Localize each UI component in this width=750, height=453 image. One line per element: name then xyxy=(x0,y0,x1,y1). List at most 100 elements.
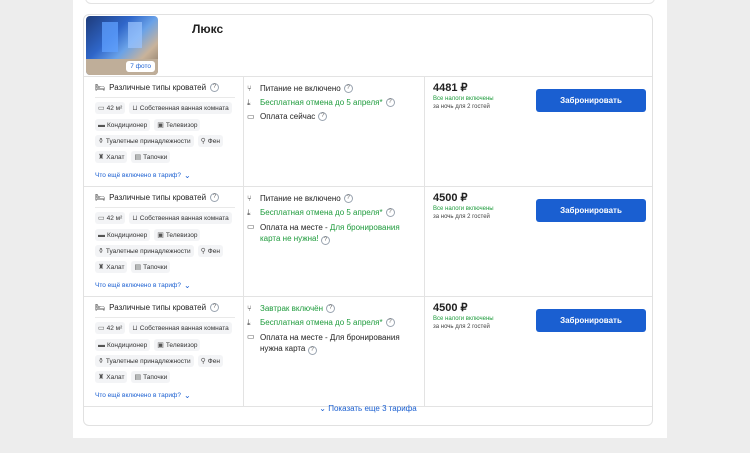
help-icon[interactable]: ? xyxy=(343,194,353,203)
more-included-link[interactable]: Что ещё включено в тариф? ⌄ xyxy=(95,171,191,180)
divider xyxy=(424,297,425,406)
amenity-label: Тапочки xyxy=(143,153,168,161)
per-night-note: за ночь для 2 гостей xyxy=(433,324,490,330)
help-icon[interactable]: ? xyxy=(320,236,330,245)
amenities-row: ♜ Халат ▤ Тапочки xyxy=(95,151,171,163)
hairdryer-icon: ⚲ xyxy=(200,248,206,255)
payment-text: Оплата на месте - Для бронирования нужна… xyxy=(260,332,400,355)
amenity-label: Телевизор xyxy=(165,231,198,239)
toiletries-icon: ⚱ xyxy=(98,248,104,255)
price: 4481 ₽ xyxy=(433,82,468,94)
help-icon[interactable]: ? xyxy=(385,318,395,327)
amenity-toiletries: ⚱ Туалетные принадлежности xyxy=(95,135,194,147)
cancel-label: Бесплатная отмена до 5 апреля* xyxy=(260,318,383,327)
amenity-label: 42 м² xyxy=(106,104,123,112)
amenity-label: Туалетные принадлежности xyxy=(105,137,191,145)
meal-label: Питание не включено xyxy=(260,84,341,93)
amenity-toiletries: ⚱ Туалетные принадлежности xyxy=(95,355,194,367)
amenity-label: Телевизор xyxy=(165,341,198,349)
payment-label: Оплата на месте - Для бронирования xyxy=(260,333,400,342)
amenities-row: ▭ 42 м² ⊔ Собственная ванная комната xyxy=(95,212,232,224)
slippers-icon: ▤ xyxy=(134,374,142,381)
chevron-down-icon: ⌄ xyxy=(319,404,326,413)
amenities-row: ⚱ Туалетные принадлежности ⚲ Фен xyxy=(95,355,223,367)
amenities-row: ▭ 42 м² ⊔ Собственная ванная комната xyxy=(95,102,232,114)
amenity-area: ▭ 42 м² xyxy=(95,322,126,334)
divider xyxy=(243,297,244,406)
page: 7 фото Люкс 🛏 Различные типы кроватей ? … xyxy=(73,0,667,438)
help-icon[interactable]: ? xyxy=(210,303,220,312)
beds-label: Различные типы кроватей xyxy=(109,83,207,92)
slippers-icon: ▤ xyxy=(134,264,142,271)
show-more-rates-link[interactable]: ⌄ Показать еще 3 тарифа xyxy=(84,404,652,413)
payment-highlight: Для бронирования xyxy=(329,223,400,232)
taxes-note: Все налоги включены xyxy=(433,316,494,322)
payment-highlight-tail: карта не нужна! xyxy=(260,234,319,243)
help-icon[interactable]: ? xyxy=(210,193,220,202)
payment-condition: ▭ Оплата сейчас ? xyxy=(247,112,328,121)
room-photo[interactable]: 7 фото xyxy=(86,16,158,75)
help-icon[interactable]: ? xyxy=(343,84,353,93)
per-night-note: за ночь для 2 гостей xyxy=(433,214,490,220)
book-button[interactable]: Забронировать xyxy=(536,309,646,332)
bath-icon: ⊔ xyxy=(132,215,138,222)
cancel-icon: ⤓ xyxy=(247,318,251,327)
meal-condition: ⑂ Питание не включено ? xyxy=(247,84,353,93)
meal-condition: ⑂ Питание не включено ? xyxy=(247,194,353,203)
amenity-label: Туалетные принадлежности xyxy=(105,247,191,255)
help-icon[interactable]: ? xyxy=(210,83,220,92)
amenity-label: Кондиционер xyxy=(107,231,148,239)
area-icon: ▭ xyxy=(98,105,105,112)
book-button[interactable]: Забронировать xyxy=(536,89,646,112)
amenity-slippers: ▤ Тапочки xyxy=(131,261,171,273)
more-included-link[interactable]: Что ещё включено в тариф? ⌄ xyxy=(95,281,191,290)
payment-label: Оплата сейчас xyxy=(260,112,316,121)
amenity-bathroom: ⊔ Собственная ванная комната xyxy=(129,102,232,114)
ac-icon: ▬ xyxy=(98,121,105,129)
amenity-label: Тапочки xyxy=(143,373,168,381)
help-icon[interactable]: ? xyxy=(326,304,336,313)
more-included-link[interactable]: Что ещё включено в тариф? ⌄ xyxy=(95,391,191,400)
book-button[interactable]: Забронировать xyxy=(536,199,646,222)
help-icon[interactable]: ? xyxy=(318,112,328,121)
room-header: 7 фото Люкс xyxy=(84,15,652,77)
amenity-robe: ♜ Халат xyxy=(95,151,128,163)
taxes-note: Все налоги включены xyxy=(433,96,494,102)
meal-condition: ⑂ Завтрак включён ? xyxy=(247,304,336,313)
help-icon[interactable]: ? xyxy=(385,208,395,217)
amenity-label: Собственная ванная комната xyxy=(139,324,229,332)
amenity-label: 42 м² xyxy=(106,214,123,222)
tv-icon: ▣ xyxy=(157,342,164,349)
toiletries-icon: ⚱ xyxy=(98,138,104,145)
help-icon[interactable]: ? xyxy=(385,98,395,107)
hairdryer-icon: ⚲ xyxy=(200,358,206,365)
amenity-label: 42 м² xyxy=(106,324,123,332)
help-icon[interactable]: ? xyxy=(307,346,317,355)
payment-label-tail: нужна карта xyxy=(260,344,306,353)
meal-icon: ⑂ xyxy=(247,194,252,203)
rate-row: 🛏 Различные типы кроватей ? ▭ 42 м² ⊔ Собс… xyxy=(84,77,652,187)
divider xyxy=(95,207,235,208)
payment-condition: ▭ Оплата на месте - Для бронирования кар… xyxy=(247,222,417,245)
tv-icon: ▣ xyxy=(157,232,164,239)
amenity-label: Фен xyxy=(207,357,220,365)
divider xyxy=(95,97,235,98)
amenity-ac: ▬ Кондиционер xyxy=(95,339,151,351)
cancel-condition: ⤓ Бесплатная отмена до 5 апреля* ? xyxy=(247,208,395,218)
amenities-row: ⚱ Туалетные принадлежности ⚲ Фен xyxy=(95,245,223,257)
amenity-hairdryer: ⚲ Фен xyxy=(197,355,223,367)
area-icon: ▭ xyxy=(98,215,105,222)
meal-icon: ⑂ xyxy=(247,84,252,93)
more-included-label: Что ещё включено в тариф? xyxy=(95,172,181,179)
amenity-tv: ▣ Телевизор xyxy=(154,119,201,131)
cancel-condition: ⤓ Бесплатная отмена до 5 апреля* ? xyxy=(247,98,395,108)
photo-count-badge[interactable]: 7 фото xyxy=(126,61,155,72)
amenity-ac: ▬ Кондиционер xyxy=(95,119,151,131)
amenity-label: Фен xyxy=(207,137,220,145)
amenity-bathroom: ⊔ Собственная ванная комната xyxy=(129,212,232,224)
amenity-robe: ♜ Халат xyxy=(95,371,128,383)
more-included-label: Что ещё включено в тариф? xyxy=(95,392,181,399)
amenities-row: ⚱ Туалетные принадлежности ⚲ Фен xyxy=(95,135,223,147)
chevron-down-icon: ⌄ xyxy=(183,281,191,290)
beds-info: 🛏 Различные типы кроватей ? xyxy=(95,193,220,202)
